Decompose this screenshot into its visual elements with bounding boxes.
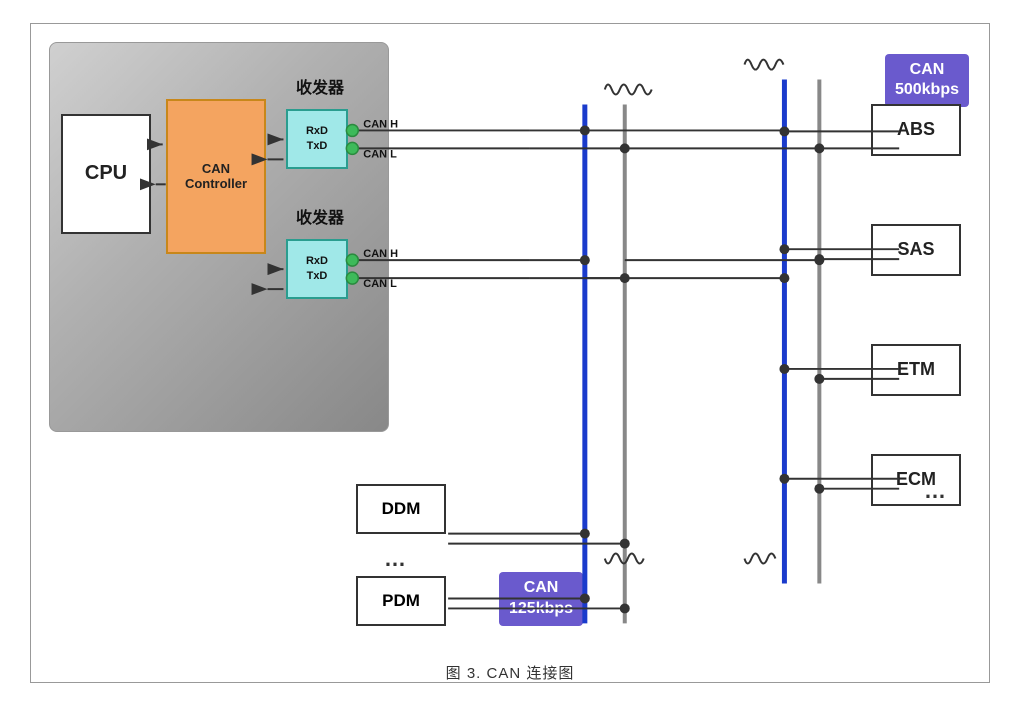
transceiver1-label: RxD TxD <box>306 124 328 153</box>
sas-node-box: SAS <box>871 224 961 276</box>
transceiver-label-2: 收发器 <box>296 204 344 228</box>
ddm-node-box: DDM <box>356 484 446 534</box>
can-controller-box: CAN Controller <box>166 99 266 254</box>
cpu-label: CPU <box>85 162 127 185</box>
dots-left: … <box>384 546 409 572</box>
transceiver-box-2: RxD TxD <box>286 239 348 299</box>
diagram-area: CPU CAN Controller 收发器 收发器 RxD TxD RxD T… <box>31 24 989 654</box>
pdm-node-box: PDM <box>356 576 446 626</box>
figure-caption: 图 3. CAN 连接图 <box>31 654 989 687</box>
abs-node-box: ABS <box>871 104 961 156</box>
can-bus-125-label: CAN 125kbps <box>499 572 583 626</box>
dots-right: … <box>924 478 949 504</box>
can-bus-500-label: CAN 500kbps <box>885 54 969 108</box>
can-controller-label: CAN Controller <box>185 161 247 191</box>
transceiver2-label: RxD TxD <box>306 254 328 283</box>
etm-node-box: ETM <box>871 344 961 396</box>
transceiver-box-1: RxD TxD <box>286 109 348 169</box>
cpu-box: CPU <box>61 114 151 234</box>
transceiver-label-1: 收发器 <box>296 74 344 98</box>
diagram-container: CPU CAN Controller 收发器 收发器 RxD TxD RxD T… <box>30 23 990 683</box>
